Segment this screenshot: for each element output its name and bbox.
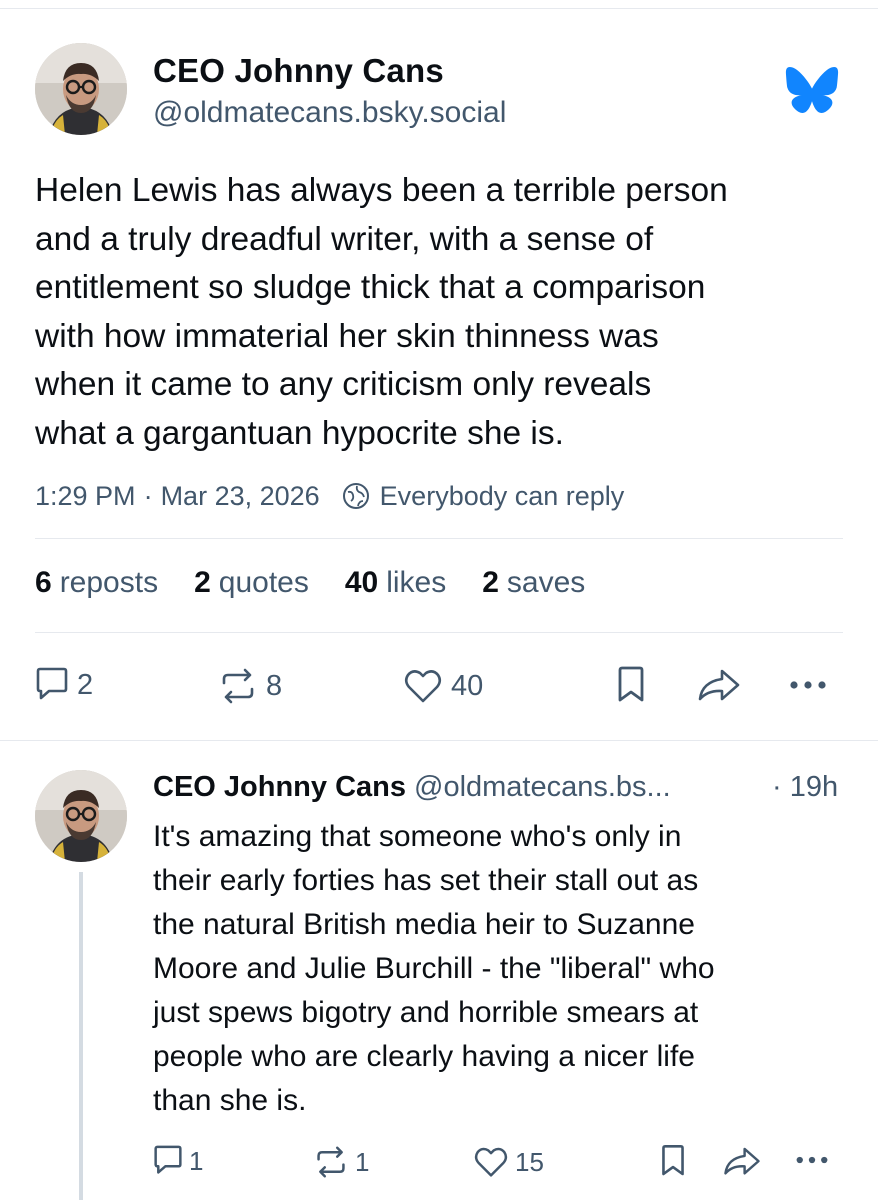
share-arrow-icon: [698, 669, 740, 701]
avatar[interactable]: [35, 43, 127, 135]
reply-text-line: Moore and Julie Burchill - the "liberal"…: [153, 952, 715, 985]
bookmark-icon: [618, 666, 644, 702]
reply-text: It's amazing that someone who's only in …: [153, 815, 853, 1123]
reply-text-line: people who are clearly having a nicer li…: [153, 1040, 695, 1073]
author-name[interactable]: CEO Johnny Cans: [153, 52, 444, 90]
repost-button[interactable]: 8: [218, 668, 282, 704]
post-time: 1:29 PM: [35, 480, 136, 511]
divider: [35, 538, 843, 539]
heart-icon: [474, 1147, 508, 1177]
reply-author-handle[interactable]: @oldmatecans.bs...: [414, 771, 671, 803]
post-text-line: entitlement so sludge thick that a compa…: [35, 269, 706, 306]
repost-arrows-icon: [317, 1146, 345, 1178]
like-count: 40: [451, 669, 484, 702]
reply-avatar[interactable]: [35, 770, 127, 862]
reply-repost-count: 1: [355, 1146, 370, 1177]
more-button[interactable]: [788, 677, 828, 693]
bluesky-butterfly-icon[interactable]: [785, 66, 839, 114]
author-handle[interactable]: @oldmatecans.bsky.social: [153, 96, 506, 130]
reply-text-line: It's amazing that someone who's only in: [153, 820, 682, 853]
reply-setting[interactable]: Everybody can reply: [380, 481, 625, 512]
reply-count: 2: [77, 668, 94, 701]
more-dots-icon: [790, 681, 826, 689]
reply-text-line: just spews bigotry and horrible smears a…: [153, 996, 699, 1029]
divider: [35, 632, 843, 633]
more-dots-icon: [796, 1156, 828, 1164]
reply-reply-button[interactable]: 1: [153, 1144, 203, 1178]
engagement-stats: 6 reposts 2 quotes 40 likes 2 saves: [35, 566, 621, 600]
speech-bubble-icon: [154, 1145, 182, 1174]
likes-stat[interactable]: 40 likes: [345, 566, 446, 600]
post-date: Mar 23, 2026: [160, 480, 320, 511]
thread-line: [79, 872, 83, 1200]
speech-bubble-icon: [36, 667, 68, 700]
bookmark-icon: [662, 1144, 684, 1176]
heart-icon: [404, 670, 442, 703]
reply-header: CEO Johnny Cans @oldmatecans.bs...: [153, 771, 671, 804]
post-text-line: what a gargantuan hypocrite she is.: [35, 414, 564, 452]
repost-arrows-icon: [222, 668, 254, 704]
repost-count: 8: [266, 669, 283, 702]
saves-stat[interactable]: 2 saves: [482, 566, 585, 600]
share-button[interactable]: [696, 668, 742, 704]
reply-author-name[interactable]: CEO Johnny Cans: [153, 771, 406, 803]
reply-bookmark-button[interactable]: [660, 1144, 686, 1178]
reposts-stat[interactable]: 6 reposts: [35, 566, 158, 600]
like-button[interactable]: 40: [403, 668, 483, 704]
post-text-line: with how immaterial her skin thinness wa…: [35, 317, 659, 355]
post-divider: [0, 740, 878, 741]
post-text-line: Helen Lewis has always been a terrible p…: [35, 172, 728, 209]
reply-button[interactable]: 2: [35, 666, 93, 704]
globe-icon: [342, 482, 370, 510]
reply-text-line: the natural British media heir to Suzann…: [153, 908, 695, 941]
share-arrow-icon: [724, 1147, 760, 1175]
reply-like-button[interactable]: 15: [473, 1146, 544, 1178]
reply-text-line: their early forties has set their stall …: [153, 864, 699, 897]
reply-repost-button[interactable]: 1: [313, 1146, 369, 1178]
bookmark-button[interactable]: [616, 666, 646, 704]
quotes-stat[interactable]: 2 quotes: [194, 566, 309, 600]
reply-time[interactable]: · 19h: [772, 771, 838, 804]
reply-reply-count: 1: [189, 1145, 204, 1176]
reply-like-count: 15: [515, 1146, 544, 1177]
post-text: Helen Lewis has always been a terrible p…: [35, 167, 850, 458]
reply-share-button[interactable]: [722, 1146, 762, 1178]
post-text-line: and a truly dreadful writer, with a sens…: [35, 220, 654, 258]
reply-text-line: than she is.: [153, 1084, 307, 1117]
meta-separator: ·: [143, 480, 153, 511]
post-meta: 1:29 PM · Mar 23, 2026 Everybody can rep…: [35, 478, 624, 514]
main-post: CEO Johnny Cans @oldmatecans.bsky.social…: [0, 0, 878, 740]
post-text-line: when it came to any criticism only revea…: [35, 366, 652, 403]
reply-more-button[interactable]: [794, 1153, 830, 1167]
